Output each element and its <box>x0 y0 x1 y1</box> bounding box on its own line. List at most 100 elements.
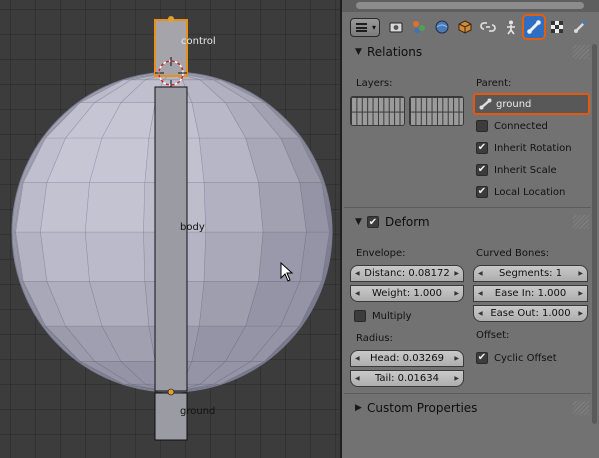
bbone-segments-field[interactable]: ◀ Segments: 1 ▶ <box>473 265 588 282</box>
bone-layers-group-2[interactable] <box>409 96 464 126</box>
deform-enable-checkbox[interactable]: ✔ <box>367 216 379 228</box>
panel-header-relations[interactable]: ▼ Relations <box>344 41 591 63</box>
render-icon <box>389 22 403 33</box>
field-value: Segments: 1 <box>498 268 563 279</box>
checkmark-icon: ✔ <box>476 352 488 364</box>
field-value: Tail: 0.01634 <box>374 373 440 384</box>
bbone-ease-in-field[interactable]: ◀ Ease In: 1.000 ▶ <box>473 285 588 302</box>
field-value: Ease In: 1.000 <box>494 288 567 299</box>
sphere-face <box>84 231 146 282</box>
tab-world[interactable] <box>432 16 452 38</box>
increment-arrow-icon[interactable]: ▶ <box>454 375 459 382</box>
scene-icon <box>413 21 425 34</box>
increment-arrow-icon[interactable]: ▶ <box>578 270 583 277</box>
panel-title: Relations <box>367 45 423 59</box>
increment-arrow-icon[interactable]: ▶ <box>454 290 459 297</box>
bone-label-control: control <box>181 36 216 47</box>
sphere-face <box>258 182 307 233</box>
checkbox-label: Inherit Rotation <box>494 142 572 154</box>
tab-bone[interactable] <box>524 16 544 38</box>
increment-arrow-icon[interactable]: ▶ <box>578 310 583 317</box>
3d-viewport[interactable]: control body ground <box>0 0 340 458</box>
parent-label: Parent: <box>476 78 512 89</box>
decrement-arrow-icon[interactable]: ◀ <box>478 290 483 297</box>
bone-constraint-icon <box>574 20 587 33</box>
sphere-face <box>84 182 146 233</box>
tab-armature-data[interactable] <box>501 16 521 38</box>
increment-arrow-icon[interactable]: ▶ <box>454 355 459 362</box>
checkmark-icon: ✔ <box>476 142 488 154</box>
armature-data-icon <box>507 20 515 35</box>
bone-label-ground: ground <box>180 406 216 417</box>
checkbox-box <box>354 310 366 322</box>
panel-header-custom-properties[interactable]: ▶ Custom Properties <box>344 397 591 419</box>
sphere-face <box>40 182 90 233</box>
parent-field[interactable]: ground <box>473 93 590 115</box>
bone-label-body: body <box>180 222 205 233</box>
tab-bone-constraint[interactable] <box>570 16 590 38</box>
vertical-scrollbar[interactable] <box>592 44 597 424</box>
decrement-arrow-icon[interactable]: ◀ <box>355 355 360 362</box>
tab-render[interactable] <box>386 16 406 38</box>
field-value: Ease Out: 1.000 <box>490 308 571 319</box>
panel-title: Custom Properties <box>367 401 478 415</box>
increment-arrow-icon[interactable]: ▶ <box>578 290 583 297</box>
bbone-ease-out-field[interactable]: ◀ Ease Out: 1.000 ▶ <box>473 305 588 322</box>
decrement-arrow-icon[interactable]: ◀ <box>355 375 360 382</box>
tab-constraints[interactable] <box>478 16 498 38</box>
envelope-label: Envelope: <box>356 248 406 259</box>
local-location-checkbox[interactable]: ✔ Local Location <box>476 186 565 198</box>
object-icon <box>458 20 472 34</box>
expanded-triangle-icon: ▼ <box>355 47 362 57</box>
decrement-arrow-icon[interactable]: ◀ <box>478 270 483 277</box>
drag-grip-icon[interactable] <box>573 215 589 229</box>
bone-layers-group-1[interactable] <box>350 96 405 126</box>
field-value: Weight: 1.000 <box>371 288 442 299</box>
parent-value: ground <box>496 98 532 110</box>
checkmark-icon: ✔ <box>476 186 488 198</box>
panel-divider <box>344 207 591 208</box>
radius-head-field[interactable]: ◀ Head: 0.03269 ▶ <box>350 350 464 367</box>
checkbox-box <box>476 120 488 132</box>
decrement-arrow-icon[interactable]: ◀ <box>478 310 483 317</box>
bone-body[interactable] <box>154 86 188 392</box>
connected-checkbox[interactable]: Connected <box>476 120 548 132</box>
decrement-arrow-icon[interactable]: ◀ <box>355 290 360 297</box>
layers-label: Layers: <box>356 78 393 89</box>
inherit-rotation-checkbox[interactable]: ✔ Inherit Rotation <box>476 142 572 154</box>
panel-header-deform[interactable]: ▼ ✔ Deform <box>344 211 591 233</box>
viewport-scene <box>11 16 333 441</box>
properties-icon <box>356 23 367 32</box>
cyclic-offset-checkbox[interactable]: ✔ Cyclic Offset <box>476 352 557 364</box>
drag-grip-icon[interactable] <box>573 401 589 415</box>
envelope-weight-field[interactable]: ◀ Weight: 1.000 ▶ <box>350 285 464 302</box>
checkbox-label: Inherit Scale <box>494 164 557 176</box>
envelope-distance-field[interactable]: ◀ Distanc: 0.08172 ▶ <box>350 265 464 282</box>
multiply-checkbox[interactable]: Multiply <box>354 310 412 322</box>
field-value: Head: 0.03269 <box>369 353 445 364</box>
collapsed-triangle-icon: ▶ <box>355 403 362 413</box>
chevron-down-icon: ▾ <box>371 23 376 32</box>
constraints-icon <box>480 22 496 32</box>
bone-icon <box>479 98 492 110</box>
bone-icon <box>527 20 541 34</box>
offset-label: Offset: <box>476 330 510 341</box>
decrement-arrow-icon[interactable]: ◀ <box>355 270 360 277</box>
mouse-pointer-icon <box>280 262 294 282</box>
tab-scene[interactable] <box>409 16 429 38</box>
drag-grip-icon[interactable] <box>573 45 589 59</box>
editor-type-menu[interactable]: ▾ <box>350 18 380 37</box>
tab-object[interactable] <box>455 16 475 38</box>
radius-label: Radius: <box>356 333 393 344</box>
curved-bones-label: Curved Bones: <box>476 248 550 259</box>
tab-texture[interactable] <box>547 16 567 38</box>
panel-title: Deform <box>385 215 430 229</box>
sphere-face <box>203 182 264 233</box>
horizontal-scrollbar[interactable] <box>356 2 584 9</box>
increment-arrow-icon[interactable]: ▶ <box>454 270 459 277</box>
checkbox-label: Connected <box>494 120 548 132</box>
texture-icon <box>551 21 563 33</box>
radius-tail-field[interactable]: ◀ Tail: 0.01634 ▶ <box>350 370 464 387</box>
sphere-face <box>203 231 264 282</box>
inherit-scale-checkbox[interactable]: ✔ Inherit Scale <box>476 164 557 176</box>
